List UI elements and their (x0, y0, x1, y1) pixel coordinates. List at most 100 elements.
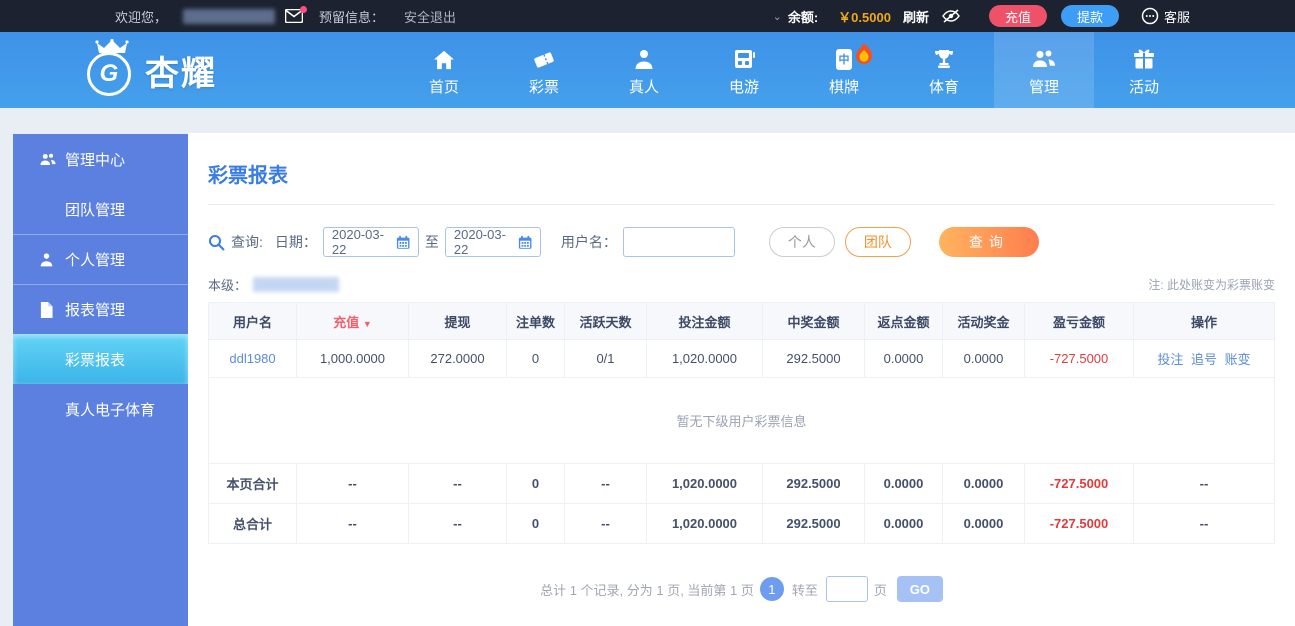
nav-item-label: 管理 (1028, 78, 1059, 96)
bet-link[interactable]: 投注 (1157, 352, 1183, 367)
row-bet-amount: 1,020.0000 (646, 339, 763, 378)
pagination: 总计 1 个记录, 分为 1 页, 当前第 1 页 1 转至 页 GO (208, 576, 1275, 602)
empty-message-row: 暂无下级用户彩票信息 (208, 377, 1275, 464)
sidebar-item-personal-management[interactable]: 个人管理 (13, 234, 188, 284)
table-row: ddl1980 1,000.0000 272.0000 0 0/1 1,020.… (208, 339, 1275, 378)
row-profit-loss: -727.5000 (1024, 339, 1134, 378)
grand-total-actions: -- (1133, 503, 1275, 544)
col-deposit-sortable[interactable]: 充值 ▼ (296, 302, 409, 340)
grand-total-deposit: -- (296, 503, 409, 544)
sidebar-item-lottery-report[interactable]: 彩票报表 (13, 334, 188, 384)
hot-flame-icon (856, 42, 872, 64)
pagination-summary: 总计 1 个记录, 分为 1 页, 当前第 1 页 (540, 582, 754, 598)
sidebar-item-label: 个人管理 (65, 252, 126, 269)
col-activity-bonus: 活动奖金 (942, 302, 1025, 340)
nav-item-management[interactable]: 管理 (994, 32, 1094, 108)
chase-link[interactable]: 追号 (1191, 352, 1217, 367)
query-label: 查询: (231, 234, 263, 250)
ticket-icon (534, 51, 554, 68)
nav-item-label: 彩票 (528, 78, 559, 96)
nav-item-label: 活动 (1128, 78, 1159, 96)
nav-item-lottery[interactable]: 彩票 (494, 32, 594, 108)
date-label: 日期： (274, 234, 317, 250)
nav-item-boardgames[interactable]: 中 棋牌 (794, 32, 894, 108)
page-total-label: 本页合计 (208, 463, 297, 504)
welcome-text: 欢迎您， (115, 9, 168, 25)
brand-name: 杏耀 (145, 54, 217, 93)
page-total-activity-bonus: 0.0000 (942, 463, 1025, 504)
mail-button[interactable] (285, 6, 308, 23)
report-table: 用户名 充值 ▼ 提现 注单数 活跃天数 投注金额 中奖金额 返点金额 活动奖金… (208, 302, 1275, 544)
users-icon (40, 153, 56, 165)
logout-link[interactable]: 安全退出 (404, 7, 456, 26)
goto-page-input[interactable] (825, 576, 868, 602)
sidebar-item-label: 报表管理 (65, 302, 126, 319)
username-label: 用户名： (560, 234, 617, 250)
row-active-days: 0/1 (564, 339, 647, 378)
row-activity-bonus: 0.0000 (942, 339, 1025, 378)
page-1-button[interactable]: 1 (759, 577, 784, 601)
nav-item-label: 真人 (628, 78, 659, 96)
customer-service-button[interactable]: 客服 (1141, 7, 1190, 26)
nav-item-label: 棋牌 (828, 78, 859, 96)
home-icon (434, 50, 454, 69)
nav-item-egames[interactable]: 电游 (694, 32, 794, 108)
reserved-info-label: 预留信息： (319, 9, 385, 25)
mail-badge-dot (300, 6, 308, 13)
query-form: 查询: 日期： 2020-03-22 至 2020-03-22 用户名： 个人 … (208, 227, 1275, 257)
grand-total-profit-loss: -727.5000 (1024, 503, 1134, 544)
nav-item-home[interactable]: 首页 (394, 32, 494, 108)
calendar-icon (518, 235, 531, 249)
page-total-active-days: -- (564, 463, 647, 504)
personal-filter-button[interactable]: 个人 (768, 227, 835, 257)
page-total-rebate: 0.0000 (864, 463, 943, 504)
table-header-row: 用户名 充值 ▼ 提现 注单数 活跃天数 投注金额 中奖金额 返点金额 活动奖金… (208, 302, 1275, 340)
col-profit-loss: 盈亏金额 (1024, 302, 1134, 340)
grand-total-label: 总合计 (208, 503, 297, 544)
gift-icon (1134, 49, 1154, 68)
sidebar-item-label: 彩票报表 (65, 351, 126, 369)
go-button[interactable]: GO (896, 576, 943, 602)
refresh-balance-link[interactable]: 刷新 (903, 7, 929, 26)
sidebar-item-management-center[interactable]: 管理中心 (13, 134, 188, 184)
grand-total-row: 总合计 -- -- 0 -- 1,020.0000 292.5000 0.000… (208, 503, 1275, 544)
chevron-down-icon[interactable]: ⌄ (773, 10, 782, 23)
date-from-value: 2020-03-22 (331, 227, 384, 257)
col-active-days: 活跃天数 (564, 302, 647, 340)
date-from-input[interactable]: 2020-03-22 (322, 227, 419, 257)
empty-message: 暂无下级用户彩票信息 (208, 377, 1275, 464)
sidebar-item-label: 真人电子体育 (65, 401, 156, 419)
nav-item-live[interactable]: 真人 (594, 32, 694, 108)
grand-total-bet-count: 0 (506, 503, 565, 544)
col-bet-count: 注单数 (506, 302, 565, 340)
balance-value: ￥0.5000 (838, 9, 891, 25)
eye-slash-icon (942, 9, 960, 23)
date-to-input[interactable]: 2020-03-22 (444, 227, 541, 257)
nav-item-label: 首页 (428, 78, 459, 96)
sidebar: 管理中心 团队管理 个人管理 报表管理 彩票报表 真人电子体育 (13, 134, 188, 626)
nav-item-sports[interactable]: 体育 (894, 32, 994, 108)
team-filter-button[interactable]: 团队 (844, 227, 911, 257)
trophy-icon (934, 49, 954, 68)
grand-total-win-amount: 292.5000 (762, 503, 865, 544)
deposit-button[interactable]: 充值 (988, 5, 1047, 27)
nav-item-promotions[interactable]: 活动 (1094, 32, 1194, 108)
col-withdraw: 提现 (408, 302, 507, 340)
mahjong-tile-icon: 中 (836, 48, 852, 70)
sidebar-item-team-management[interactable]: 团队管理 (13, 184, 188, 234)
grand-total-bet-amount: 1,020.0000 (646, 503, 763, 544)
query-button[interactable]: 查询 (938, 227, 1039, 257)
hide-balance-button[interactable] (941, 8, 961, 24)
row-actions: 投注 追号 账变 (1133, 339, 1275, 378)
chat-bubble-icon (1141, 7, 1159, 25)
nav-item-label: 电游 (728, 78, 759, 96)
brand-logo[interactable]: G 杏耀 (85, 32, 217, 108)
row-username-link[interactable]: ddl1980 (229, 351, 275, 366)
sidebar-item-live-esports[interactable]: 真人电子体育 (13, 384, 188, 434)
sort-desc-icon: ▼ (362, 318, 372, 329)
people-icon (1033, 50, 1055, 67)
withdraw-button[interactable]: 提款 (1060, 5, 1119, 27)
sidebar-item-report-management[interactable]: 报表管理 (13, 284, 188, 334)
account-change-link[interactable]: 账变 (1225, 352, 1251, 367)
username-input[interactable] (622, 227, 735, 257)
